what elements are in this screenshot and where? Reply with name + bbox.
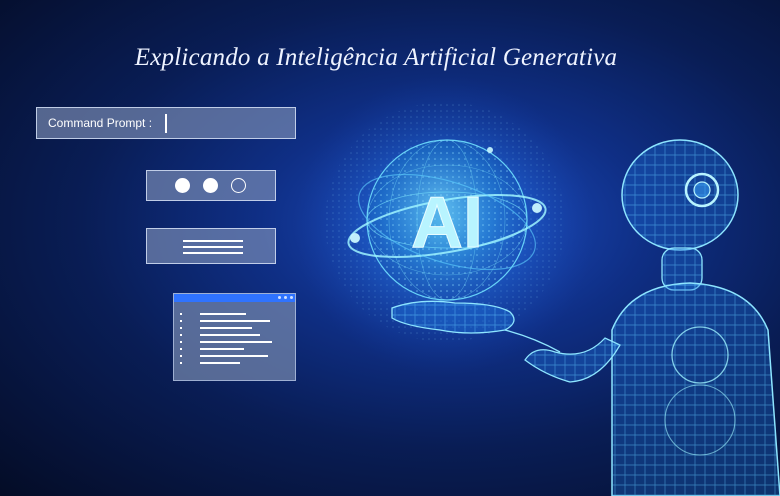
illustration: AI: [295, 75, 780, 496]
ai-text: AI: [411, 183, 483, 263]
